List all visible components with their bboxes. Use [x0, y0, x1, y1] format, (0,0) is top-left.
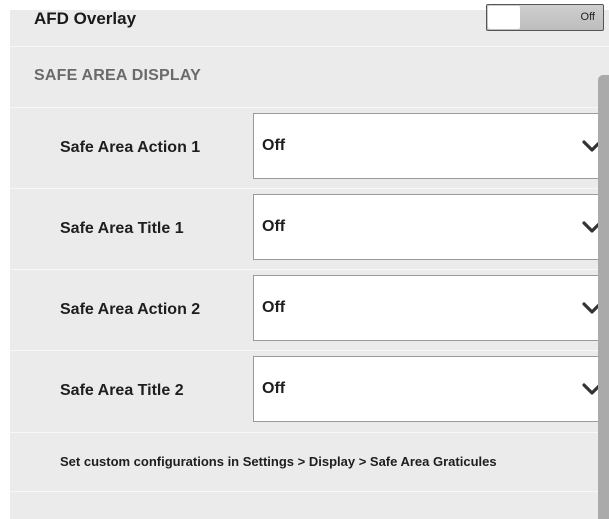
setting-row-safe-area-title-1: Safe Area Title 1 Off [10, 188, 609, 269]
safe-area-title-1-dropdown[interactable]: Off [253, 194, 609, 260]
safe-area-action-2-dropdown[interactable]: Off [253, 275, 609, 341]
setting-label: Safe Area Action 1 [60, 139, 201, 156]
dropdown-value: Off [262, 299, 286, 316]
footnote-row: Set custom configurations in Settings > … [10, 432, 609, 492]
safe-area-action-1-dropdown[interactable]: Off [253, 113, 609, 179]
dropdown-value: Off [262, 137, 286, 154]
setting-label: Safe Area Title 2 [60, 382, 184, 399]
setting-row-safe-area-title-2: Safe Area Title 2 Off [10, 350, 609, 431]
vertical-scrollbar[interactable] [598, 75, 609, 519]
afd-overlay-toggle[interactable]: Off [486, 4, 604, 31]
afd-overlay-row: AFD Overlay Off [10, 4, 609, 47]
setting-label: Safe Area Action 2 [60, 301, 201, 318]
settings-panel: AFD Overlay Off SAFE AREA DISPLAY Safe A… [10, 4, 609, 519]
dropdown-value: Off [262, 218, 286, 235]
setting-row-safe-area-action-2: Safe Area Action 2 Off [10, 269, 609, 350]
setting-row-safe-area-action-1: Safe Area Action 1 Off [10, 107, 609, 188]
setting-label: Safe Area Title 1 [60, 220, 184, 237]
safe-area-title-2-dropdown[interactable]: Off [253, 356, 609, 422]
dropdown-value: Off [262, 380, 286, 397]
afd-overlay-label: AFD Overlay [34, 9, 137, 28]
toggle-knob[interactable] [488, 6, 520, 29]
toggle-state-text: Off [580, 11, 595, 23]
safe-area-footnote: Set custom configurations in Settings > … [60, 454, 497, 469]
section-header-safe-area-display: SAFE AREA DISPLAY [34, 67, 201, 84]
